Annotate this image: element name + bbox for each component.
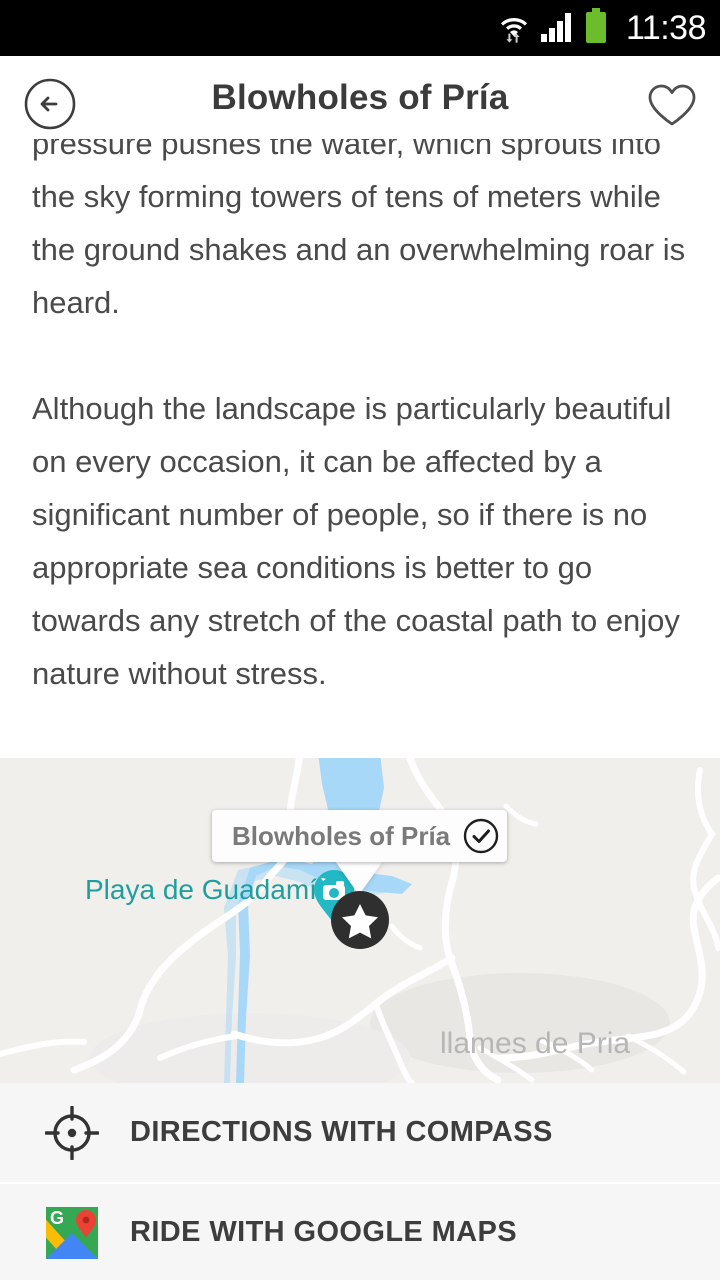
info-bubble-label: Blowholes of Pría [232, 820, 451, 851]
battery-icon [585, 7, 607, 49]
page-title: Blowholes of Pría [211, 77, 509, 117]
map-info-bubble[interactable]: Blowholes of Pría [212, 810, 507, 862]
status-clock: 11:38 [625, 8, 707, 47]
action-list: DIRECTIONS WITH COMPASS G RIDE WITH GOOG… [0, 1083, 720, 1280]
article-paragraph: pressure pushes the water, which sprouts… [32, 139, 686, 320]
star-marker-icon[interactable] [331, 891, 389, 949]
map-label-llames-de-pria: llames de Pria [440, 1027, 631, 1060]
app-screen: 11:38 Blowholes of Pría pressure pushes … [0, 0, 720, 1280]
action-label: RIDE WITH GOOGLE MAPS [130, 1216, 518, 1248]
signal-icon [540, 9, 576, 48]
heart-outline-icon [646, 84, 698, 134]
action-ride-with-google-maps[interactable]: G RIDE WITH GOOGLE MAPS [0, 1182, 720, 1280]
crosshair-icon [44, 1105, 100, 1161]
check-circle-icon[interactable] [462, 817, 500, 855]
map-label-playa-de-guadamia: Playa de Guadamía [85, 874, 333, 905]
google-maps-icon: G [44, 1205, 100, 1261]
status-icons: 11:38 [497, 7, 707, 49]
app-header: Blowholes of Pría [0, 56, 720, 139]
favorite-button[interactable] [646, 80, 698, 132]
article-paragraph: Although the landscape is particularly b… [32, 391, 680, 691]
action-directions-with-compass[interactable]: DIRECTIONS WITH COMPASS [0, 1083, 720, 1182]
info-bubble-tail [335, 861, 383, 895]
status-bar: 11:38 [0, 0, 720, 56]
action-label: DIRECTIONS WITH COMPASS [130, 1116, 553, 1148]
article-body[interactable]: pressure pushes the water, which sprouts… [0, 139, 720, 758]
wifi-icon [497, 9, 531, 48]
